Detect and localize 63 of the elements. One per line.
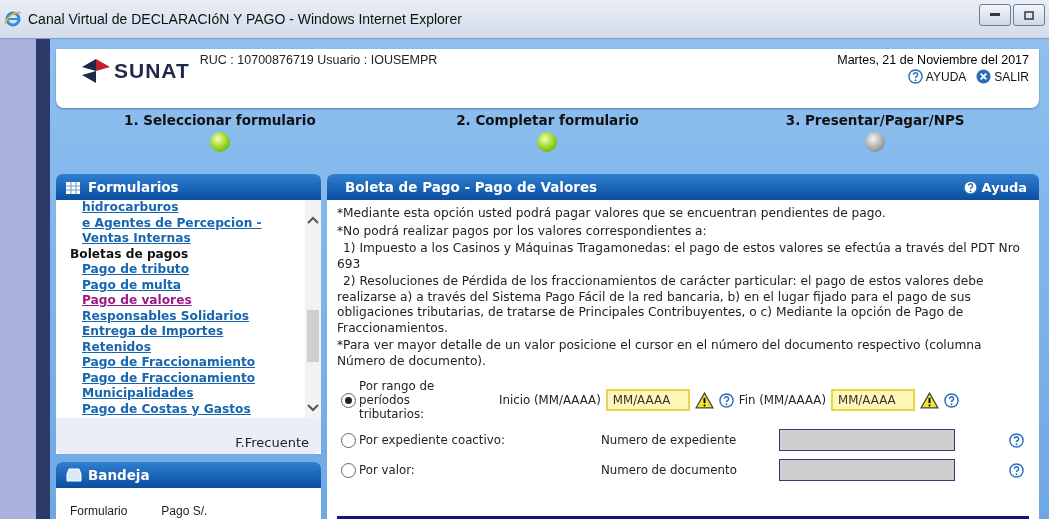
help-icon[interactable] — [1009, 462, 1024, 478]
column-header: Formulario — [70, 504, 128, 518]
note-text: *Mediante esta opción usted podrá pagar valores que se encuentran pendientes de pago. — [337, 206, 887, 222]
field-label: Numero de documento — [601, 463, 738, 477]
scroll-down-icon[interactable] — [307, 404, 319, 412]
menu-link[interactable]: hidrocarburos — [70, 200, 305, 216]
field-label: Inicio (MM/AAAA) — [499, 393, 601, 407]
panel-title: Boleta de Pago - Pago de Valores — [345, 179, 598, 195]
step-label: 3. Presentar/Pagar/NPS — [785, 112, 965, 128]
note-text: 2) Resoluciones de Pérdida de los fraccionamientos de carácter particular: el pago de estos valores debe realizarse a) a través del Sistema Pago Fácil de la red bancaria, b) en el lugar fijado para el pago de sus obligaciones tributarias, de tratarse de Principales Contribuyentes, o c) Mediante la opción de Pago de Fraccionamientos. — [337, 274, 985, 336]
table-icon — [66, 180, 82, 194]
step-label: 2. Completar formulario — [456, 112, 639, 128]
field-label: Numero de expediente — [601, 433, 738, 447]
menu-link[interactable]: e Agentes de Percepcion - — [70, 215, 305, 231]
help-icon[interactable] — [1009, 432, 1024, 448]
frequent-link[interactable]: F.Frecuente — [235, 435, 309, 450]
help-icon[interactable] — [907, 69, 923, 84]
help-link[interactable]: Ayuda — [962, 179, 1027, 195]
maximize-button[interactable] — [1013, 4, 1045, 26]
scroll-thumb[interactable] — [307, 310, 319, 362]
help-icon[interactable] — [944, 392, 959, 408]
radio-option[interactable]: Por rango de períodos tributarios: — [341, 379, 469, 421]
date-text: Martes, 21 de Noviembre del 2017 — [837, 53, 1029, 67]
close-icon — [976, 69, 992, 84]
menu-link[interactable]: Pago de Fraccionamiento — [70, 370, 305, 386]
note-text: 1) Impuesto a los Casinos y Máquinas Tragamonedas: el pago de estos valores se efectúa a través del PDT Nro 693 — [337, 241, 1021, 272]
warning-icon — [694, 391, 714, 409]
menu-link[interactable]: Pago de valores — [70, 293, 305, 309]
note-text: *No podrá realizar pagos por los valores correspondientes a: — [337, 223, 708, 239]
radio-option[interactable]: Por valor: — [341, 462, 601, 478]
logo-icon — [82, 59, 110, 83]
help-icon[interactable] — [718, 392, 734, 408]
menu-link[interactable]: Responsables Solidarios — [70, 308, 305, 324]
menu-link[interactable]: Pago de multa — [70, 277, 305, 293]
browser-icon — [4, 10, 22, 28]
menu-link[interactable]: Pago de Costas y Gastos — [70, 401, 305, 417]
note-text: *Para ver mayor detalle de un valor posicione el cursor en el número del documento respectivo (columna Número de documento). — [337, 338, 983, 369]
logo-text: SUNAT — [114, 59, 190, 83]
scrollbar[interactable] — [305, 200, 321, 418]
header-link[interactable]: AYUDA — [907, 69, 967, 84]
field-label: Fin (MM/AAAA) — [738, 393, 826, 407]
column-header: Pago S/. — [161, 504, 208, 518]
menu-link[interactable]: Entrega de Importes — [70, 324, 305, 340]
maximize-icon — [1024, 10, 1034, 20]
panel-title: Bandeja — [88, 467, 150, 483]
step-label: 1. Seleccionar formulario — [124, 112, 316, 128]
panel-title: Formularios — [88, 179, 179, 195]
menu-link[interactable]: Pago de Fraccionamiento — [70, 355, 305, 371]
user-info: RUC : 10700876719 Usuario : IOUSEMPR — [199, 53, 438, 67]
minimize-button[interactable] — [979, 4, 1011, 26]
group-heading: Boletas de pagos — [70, 246, 190, 262]
minimize-icon — [990, 13, 1000, 17]
menu-link[interactable]: Ventas Internas — [70, 231, 305, 247]
menu-link[interactable]: Pago de tributo — [70, 262, 305, 278]
header-link[interactable]: SALIR — [976, 69, 1029, 84]
radio-option[interactable]: Por expediente coactivo: — [341, 432, 601, 448]
scroll-up-icon[interactable] — [307, 216, 319, 224]
window-title: Canal Virtual de DECLARACIóN Y PAGO - Windows Internet Explorer — [28, 11, 462, 27]
menu-link[interactable]: Municipalidades — [70, 386, 305, 402]
help-icon[interactable] — [962, 179, 978, 195]
inbox-icon — [66, 468, 82, 482]
menu-link[interactable]: Retenidos — [70, 339, 305, 355]
warning-icon — [920, 391, 939, 409]
